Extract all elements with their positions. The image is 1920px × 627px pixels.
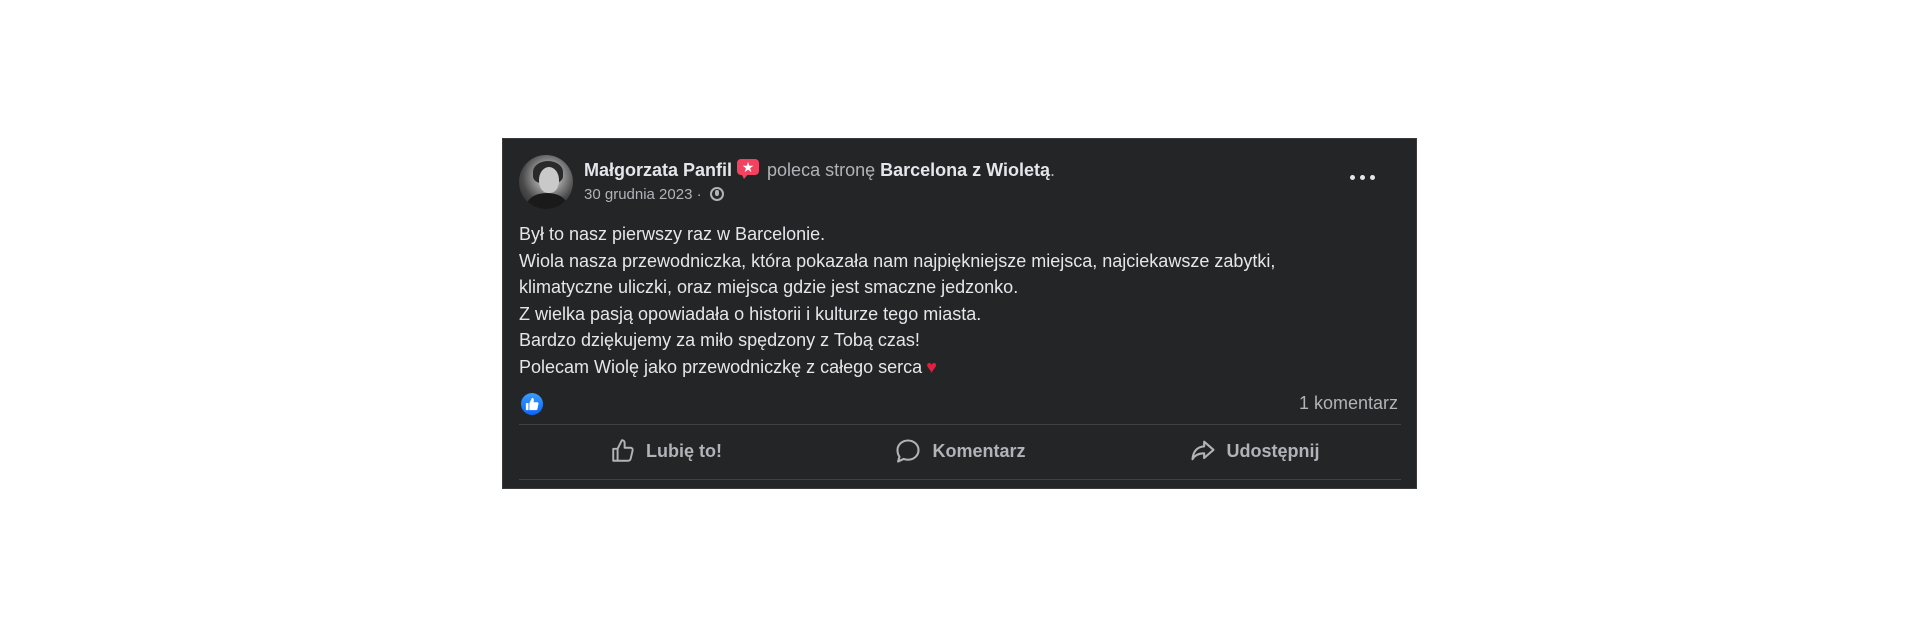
comment-bubble-icon [896, 439, 921, 463]
more-dot [1350, 175, 1355, 180]
more-dot [1370, 175, 1375, 180]
post-date[interactable]: 30 grudnia 2023 [584, 186, 692, 203]
comment-button-label: Komentarz [932, 440, 1026, 461]
share-button[interactable]: Udostępnij [1107, 425, 1401, 477]
recommend-verb: poleca stronę [762, 160, 881, 180]
post-body-line: Wiola nasza przewodniczka, która pokazał… [519, 250, 1276, 271]
like-button[interactable]: Lubię to! [519, 425, 813, 477]
share-button-label: Udostępnij [1226, 440, 1320, 461]
divider [519, 479, 1401, 480]
author-name[interactable]: Małgorzata Panfil [584, 160, 732, 180]
post-body-line: Bardzo dziękujemy za miło spędzony z Tob… [519, 330, 920, 351]
avatar-body [527, 193, 567, 209]
globe-icon[interactable] [709, 187, 724, 201]
post-meta: 30 grudnia 2023 · [584, 185, 724, 205]
post-header: Małgorzata Panfil ★ poleca stronę Barcelo… [584, 159, 1055, 181]
share-arrow-icon [1190, 440, 1215, 461]
page-suffix: . [1050, 160, 1056, 180]
recommend-star-icon: ★ [737, 159, 760, 179]
action-bar: Lubię to! Komentarz Udostępnij [519, 425, 1401, 477]
post-card: Małgorzata Panfil ★ poleca stronę Barcelo… [502, 138, 1417, 489]
like-button-label: Lubię to! [646, 440, 722, 461]
red-heart-icon: ♥ [926, 356, 937, 377]
post-body-last-line: Polecam Wiolę jako przewodniczkę z całeg… [519, 354, 1399, 381]
comment-button[interactable]: Komentarz [813, 425, 1107, 477]
date-separator: · [692, 186, 706, 203]
post-body-line: klimatyczne uliczki, oraz miejsca gdzie … [519, 277, 1019, 298]
post-body-line: Polecam Wiolę jako przewodniczkę z całeg… [519, 356, 923, 377]
avatar-face [539, 167, 559, 193]
post-body: Był to nasz pierwszy raz w Barcelonie. W… [519, 221, 1399, 381]
more-dot [1360, 175, 1365, 180]
more-options-icon[interactable] [1348, 167, 1378, 187]
post-body-line: Z wielka pasją opowiadała o historii i k… [519, 303, 982, 324]
post-body-line: Był to nasz pierwszy raz w Barcelonie. [519, 224, 826, 244]
page-link[interactable]: Barcelona z Wioletą [880, 160, 1050, 180]
avatar[interactable] [519, 155, 573, 209]
comments-count[interactable]: 1 komentarz [1299, 392, 1398, 414]
like-reaction-icon[interactable] [521, 393, 543, 415]
like-thumb-icon [612, 439, 634, 462]
